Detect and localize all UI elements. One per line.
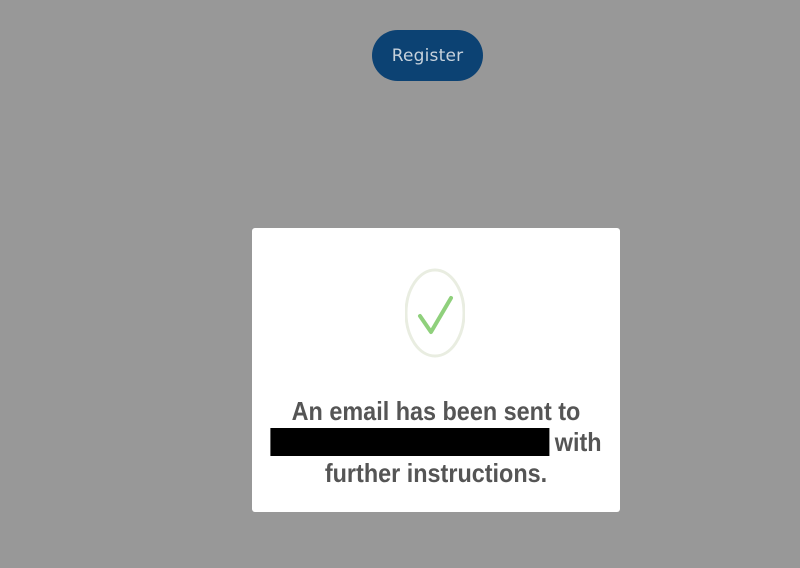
message-line-1: An email has been sent to (291, 396, 581, 426)
page: Register An email has been sent to with … (0, 0, 800, 568)
confirmation-modal: An email has been sent to with further i… (252, 228, 620, 512)
register-button[interactable]: Register (372, 30, 483, 81)
confirmation-message: An email has been sent to with further i… (270, 396, 602, 489)
message-line-2: with (270, 427, 602, 458)
redacted-email (270, 428, 550, 456)
message-line-2-suffix: with (554, 427, 602, 457)
checkmark-icon (404, 268, 466, 358)
message-line-3: further instructions. (324, 458, 548, 488)
